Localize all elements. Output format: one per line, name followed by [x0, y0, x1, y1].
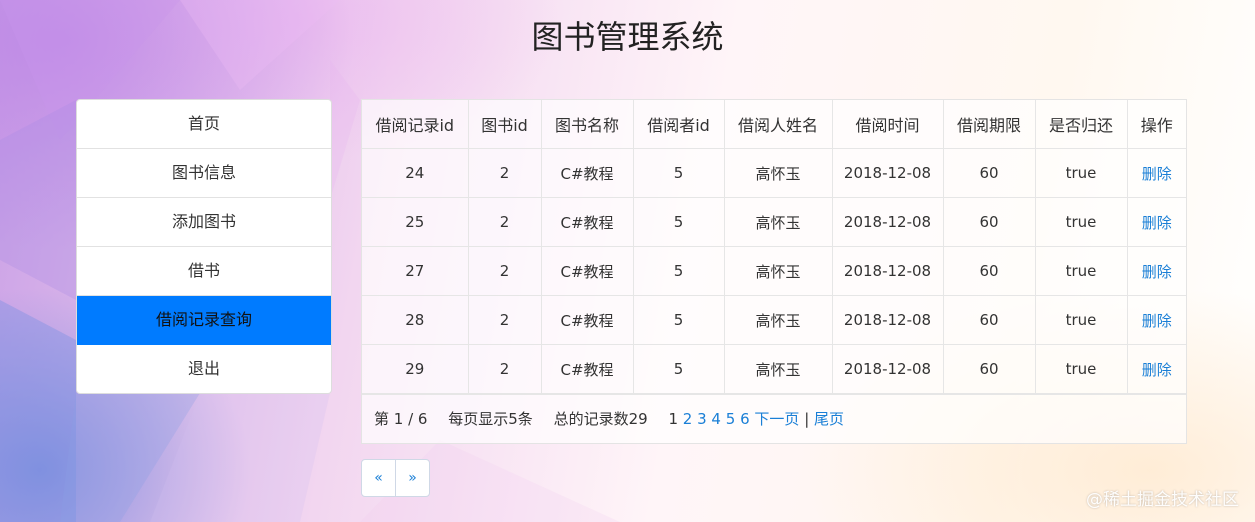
cell-borrower-name: 高怀玉 [723, 148, 833, 198]
cell-book-id: 2 [467, 344, 542, 394]
cell-book-name: C#教程 [540, 246, 634, 296]
page-title: 图书管理系统 [531, 18, 724, 56]
header-borrower-id: 借阅者id [632, 100, 725, 149]
cell-borrower-name: 高怀玉 [723, 197, 833, 247]
page-link-4[interactable]: 4 [711, 410, 721, 428]
cell-borrow-time: 2018-12-08 [831, 246, 944, 296]
cell-borrow-time: 2018-12-08 [831, 344, 944, 394]
cell-actions: 删除 [1126, 197, 1186, 247]
header-book-name: 图书名称 [540, 100, 634, 149]
delete-link[interactable]: 删除 [1142, 312, 1172, 330]
cell-borrow-period: 60 [942, 148, 1036, 198]
prev-page-button[interactable]: « [362, 460, 395, 496]
current-page: 1 [668, 410, 678, 428]
delete-link[interactable]: 删除 [1142, 361, 1172, 379]
table-row: 29 2 C#教程 5 高怀玉 2018-12-08 60 true 删除 [362, 344, 1186, 394]
cell-returned: true [1034, 344, 1128, 394]
page-link-3[interactable]: 3 [697, 410, 707, 428]
cell-actions: 删除 [1126, 148, 1186, 198]
cell-actions: 删除 [1126, 344, 1186, 394]
page-link-5[interactable]: 5 [726, 410, 736, 428]
table-row: 28 2 C#教程 5 高怀玉 2018-12-08 60 true 删除 [362, 295, 1186, 345]
cell-book-id: 2 [467, 246, 542, 296]
cell-borrower-name: 高怀玉 [723, 344, 833, 394]
cell-borrow-time: 2018-12-08 [831, 295, 944, 345]
cell-record-id: 25 [362, 197, 469, 247]
cell-book-id: 2 [467, 295, 542, 345]
cell-returned: true [1034, 246, 1128, 296]
pager-separator: | [804, 410, 810, 428]
cell-borrower-id: 5 [632, 148, 725, 198]
total-records: 总的记录数29 [553, 410, 648, 428]
table-row: 27 2 C#教程 5 高怀玉 2018-12-08 60 true 删除 [362, 246, 1186, 296]
table-row: 24 2 C#教程 5 高怀玉 2018-12-08 60 true 删除 [362, 148, 1186, 198]
cell-borrow-time: 2018-12-08 [831, 148, 944, 198]
delete-link[interactable]: 删除 [1142, 165, 1172, 183]
cell-borrower-id: 5 [632, 246, 725, 296]
cell-record-id: 27 [362, 246, 469, 296]
page-link-6[interactable]: 6 [740, 410, 750, 428]
cell-book-name: C#教程 [540, 148, 634, 198]
header-borrow-period: 借阅期限 [942, 100, 1036, 149]
cell-returned: true [1034, 197, 1128, 247]
cell-borrow-period: 60 [942, 246, 1036, 296]
table-row: 25 2 C#教程 5 高怀玉 2018-12-08 60 true 删除 [362, 197, 1186, 247]
cell-book-id: 2 [467, 148, 542, 198]
cell-record-id: 24 [362, 148, 469, 198]
menu-item-home[interactable]: 首页 [77, 100, 331, 149]
cell-borrow-period: 60 [942, 344, 1036, 394]
cell-book-name: C#教程 [540, 197, 634, 247]
menu-item-logout[interactable]: 退出 [77, 345, 331, 393]
watermark: @稀土掘金技术社区 [1086, 490, 1239, 510]
page-link-2[interactable]: 2 [683, 410, 693, 428]
next-page-link[interactable]: 下一页 [754, 410, 799, 428]
menu-item-add-book[interactable]: 添加图书 [77, 198, 331, 247]
records-table: 借阅记录id 图书id 图书名称 借阅者id 借阅人姓名 借阅时间 借阅期限 是… [362, 100, 1186, 394]
records-panel: 借阅记录id 图书id 图书名称 借阅者id 借阅人姓名 借阅时间 借阅期限 是… [361, 99, 1187, 444]
cell-record-id: 28 [362, 295, 469, 345]
cell-borrower-name: 高怀玉 [723, 295, 833, 345]
header-book-id: 图书id [467, 100, 542, 149]
cell-book-name: C#教程 [540, 344, 634, 394]
cell-borrower-name: 高怀玉 [723, 246, 833, 296]
cell-borrow-time: 2018-12-08 [831, 197, 944, 247]
cell-borrower-id: 5 [632, 197, 725, 247]
next-page-button[interactable]: » [395, 460, 429, 496]
cell-returned: true [1034, 295, 1128, 345]
delete-link[interactable]: 删除 [1142, 214, 1172, 232]
delete-link[interactable]: 删除 [1142, 263, 1172, 281]
cell-actions: 删除 [1126, 246, 1186, 296]
cell-record-id: 29 [362, 344, 469, 394]
cell-borrow-period: 60 [942, 197, 1036, 247]
menu-item-book-info[interactable]: 图书信息 [77, 149, 331, 198]
table-header-row: 借阅记录id 图书id 图书名称 借阅者id 借阅人姓名 借阅时间 借阅期限 是… [362, 100, 1186, 149]
pagination-control: « » [361, 459, 430, 497]
cell-borrow-period: 60 [942, 295, 1036, 345]
header-returned: 是否归还 [1034, 100, 1128, 149]
pager-row: 第 1 / 6 每页显示5条 总的记录数29 1 2 3 4 5 6 下一页 |… [362, 394, 1186, 443]
cell-book-name: C#教程 [540, 295, 634, 345]
page-info: 第 1 / 6 [374, 410, 428, 428]
last-page-link[interactable]: 尾页 [814, 410, 844, 428]
menu-item-borrow[interactable]: 借书 [77, 247, 331, 296]
cell-returned: true [1034, 148, 1128, 198]
header-borrower-name: 借阅人姓名 [723, 100, 833, 149]
per-page-info: 每页显示5条 [448, 410, 533, 428]
cell-actions: 删除 [1126, 295, 1186, 345]
header-record-id: 借阅记录id [362, 100, 469, 149]
header-actions: 操作 [1126, 100, 1186, 149]
cell-book-id: 2 [467, 197, 542, 247]
menu-item-borrow-records[interactable]: 借阅记录查询 [77, 296, 331, 345]
header-borrow-time: 借阅时间 [831, 100, 944, 149]
cell-borrower-id: 5 [632, 295, 725, 345]
sidebar-menu: 首页 图书信息 添加图书 借书 借阅记录查询 退出 [76, 99, 332, 394]
cell-borrower-id: 5 [632, 344, 725, 394]
